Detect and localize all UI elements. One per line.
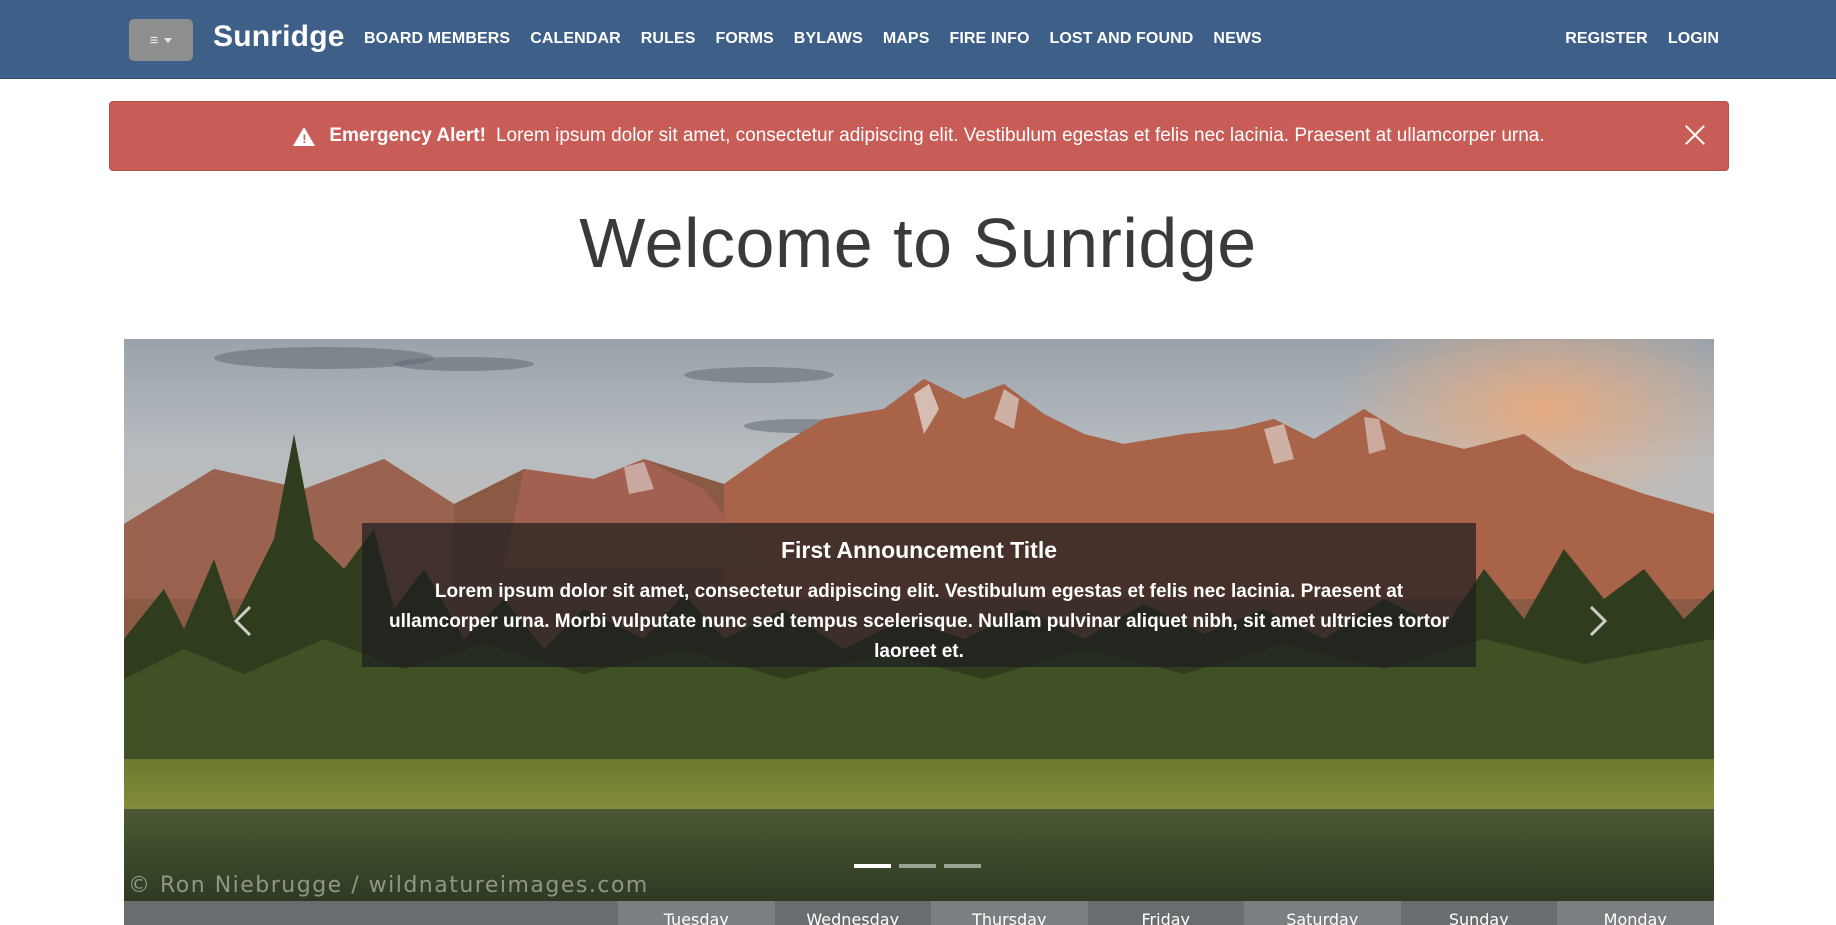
carousel-indicator-2[interactable]: [899, 864, 936, 868]
announcement-carousel: © Ron Niebrugge / wildnatureimages.com F…: [124, 339, 1714, 901]
weekday-tuesday: Tuesday: [618, 901, 775, 925]
nav-link-rules[interactable]: RULES: [641, 30, 696, 48]
chevron-right-icon: [1589, 605, 1608, 637]
weekday-sunday: Sunday: [1400, 901, 1557, 925]
nav-link-lost-and-found[interactable]: LOST AND FOUND: [1050, 30, 1194, 48]
nav-link-forms[interactable]: FORMS: [716, 30, 774, 48]
chevron-left-icon: [233, 605, 252, 637]
carousel-indicators: [854, 864, 981, 868]
nav-links: BOARD MEMBERS CALENDAR RULES FORMS BYLAW…: [364, 30, 1282, 48]
caption-text: Lorem ipsum dolor sit amet, consectetur …: [389, 581, 1449, 662]
weekday-saturday: Saturday: [1244, 901, 1401, 925]
weekday-friday: Friday: [1087, 901, 1244, 925]
weekday-thursday: Thursday: [931, 901, 1088, 925]
warning-icon: !: [293, 126, 316, 146]
alert-message: Lorem ipsum dolor sit amet, consectetur …: [495, 125, 1545, 146]
emergency-alert: ! Emergency Alert! Lorem ipsum dolor sit…: [109, 101, 1729, 171]
nav-link-calendar[interactable]: CALENDAR: [530, 30, 621, 48]
weekday-monday: Monday: [1557, 901, 1714, 925]
close-icon[interactable]: [1680, 120, 1710, 150]
weekday-wednesday: Wednesday: [774, 901, 931, 925]
carousel-next-button[interactable]: [1583, 601, 1613, 641]
photo-watermark: © Ron Niebrugge / wildnatureimages.com: [128, 873, 649, 898]
menu-toggle-button[interactable]: ≡: [129, 19, 193, 61]
nav-link-fire-info[interactable]: FIRE INFO: [949, 30, 1029, 48]
brand-logo[interactable]: Sunridge: [213, 20, 345, 54]
carousel-caption: First Announcement Title Lorem ipsum dol…: [362, 523, 1476, 667]
login-link[interactable]: LOGIN: [1668, 30, 1719, 48]
caption-title: First Announcement Title: [780, 537, 1058, 563]
nav-link-bylaws[interactable]: BYLAWS: [794, 30, 863, 48]
nav-link-news[interactable]: NEWS: [1213, 30, 1261, 48]
weekday-strip: Tuesday Wednesday Thursday Friday Saturd…: [618, 901, 1714, 925]
hamburger-icon: ≡: [149, 31, 159, 49]
nav-link-board-members[interactable]: BOARD MEMBERS: [364, 30, 510, 48]
alert-title: Emergency Alert!: [329, 125, 486, 146]
page-title: Welcome to Sunridge: [579, 204, 1257, 282]
nav-auth-links: REGISTER LOGIN: [1565, 30, 1719, 48]
caret-down-icon: [164, 37, 173, 43]
top-navbar: ≡ Sunridge BOARD MEMBERS CALENDAR RULES …: [0, 0, 1836, 79]
carousel-indicator-3[interactable]: [944, 864, 981, 868]
nav-link-maps[interactable]: MAPS: [883, 30, 930, 48]
register-link[interactable]: REGISTER: [1565, 30, 1648, 48]
carousel-indicator-1[interactable]: [854, 864, 891, 868]
carousel-prev-button[interactable]: [228, 601, 258, 641]
